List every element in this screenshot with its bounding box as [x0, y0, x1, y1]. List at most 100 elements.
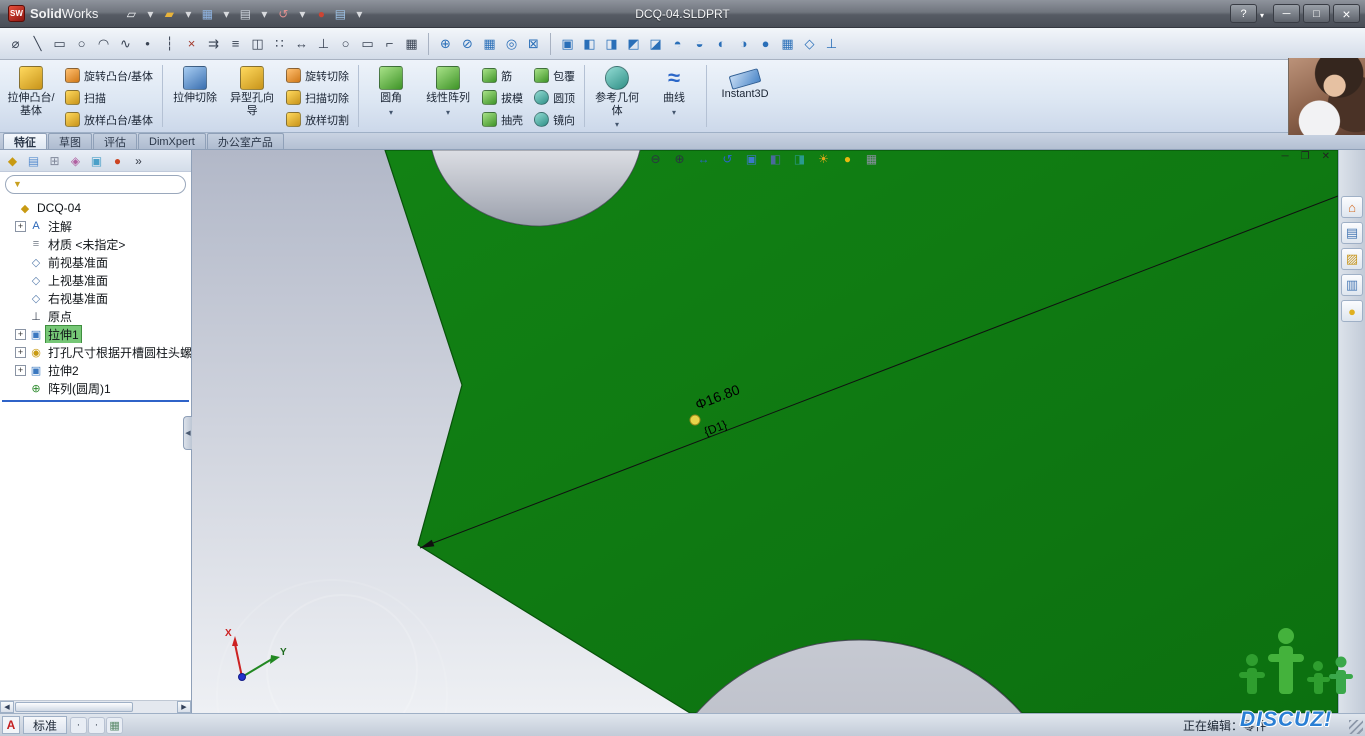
help-button[interactable] [1230, 4, 1257, 23]
mass-properties-icon[interactable]: ⊘ [457, 33, 478, 54]
propertymanager-tab-icon[interactable]: ▤ [24, 151, 43, 170]
fillet-button[interactable]: 圆角 [364, 62, 418, 130]
appearances-scenes-icon[interactable]: ● [1341, 300, 1363, 322]
dropdown-arrow-icon[interactable]: ▾ [217, 4, 235, 24]
expand-toggle-icon[interactable] [15, 293, 26, 304]
filter-input[interactable] [26, 177, 178, 191]
configurationmanager-tab-icon[interactable]: ⊞ [45, 151, 64, 170]
panel-horizontal-scrollbar[interactable] [0, 700, 191, 713]
sweep-cut-button[interactable]: 扫描切除 [282, 87, 353, 108]
tree-item[interactable]: ◇ 上视基准面 [0, 271, 191, 289]
featuremanager-tab-icon[interactable]: ◆ [3, 151, 22, 170]
view-dimetric-icon[interactable]: ◑ [733, 33, 754, 54]
wireframe-view-icon[interactable]: ▦ [777, 33, 798, 54]
tree-item[interactable]: + ◉ 打孔尺寸根据开槽圆柱头螺 [0, 343, 191, 361]
check-entity-icon[interactable]: ◎ [501, 33, 522, 54]
loft-button[interactable]: 放样凸台/基体 [61, 109, 157, 130]
view-bottom-icon[interactable]: ◒ [689, 33, 710, 54]
perspective-icon[interactable]: ◇ [799, 33, 820, 54]
minimize-button[interactable] [1273, 4, 1300, 23]
display-relations-icon[interactable]: ⊥ [313, 33, 334, 54]
dropdown-arrow-icon[interactable]: ▾ [141, 4, 159, 24]
linear-sketch-pattern-icon[interactable]: ∷ [269, 33, 290, 54]
tags-icon[interactable]: · [88, 716, 106, 734]
dropdown-arrow-icon[interactable]: ▾ [350, 4, 368, 24]
maximize-button[interactable] [1303, 4, 1330, 23]
viewport-close-icon[interactable] [1322, 151, 1330, 162]
linear-pattern-button[interactable]: 线性阵列 [421, 62, 475, 130]
expand-toggle-icon[interactable] [15, 239, 26, 250]
dropdown-arrow-icon[interactable]: ▾ [179, 4, 197, 24]
motionmanager-tab-icon[interactable]: ● [108, 151, 127, 170]
expand-toggle-icon[interactable]: + [15, 346, 26, 358]
view-orientation-cube-icon[interactable]: ▣ [743, 152, 760, 167]
loft-cut-button[interactable]: 放样切割 [282, 109, 353, 130]
expand-toggle-icon[interactable] [15, 275, 26, 286]
construction-geometry-icon[interactable]: ⌐ [379, 33, 400, 54]
options-icon[interactable]: ▤ [331, 4, 349, 24]
viewport-restore-icon[interactable] [1301, 151, 1310, 162]
view-back-icon[interactable]: ◨ [601, 33, 622, 54]
displaymanager-tab-icon[interactable]: ▣ [87, 151, 106, 170]
tree-item[interactable]: ⊕ 阵列(圆周)1 [0, 379, 191, 397]
statistics-icon[interactable]: ⊠ [523, 33, 544, 54]
file-explorer-icon[interactable]: ▨ [1341, 248, 1363, 270]
close-button[interactable] [1333, 4, 1360, 23]
instant3d-button[interactable]: Instant3D [712, 62, 778, 130]
graphics-area[interactable]: Φ16.80 {D1} X Y ⊖ ⊕ ↔ ↺ ▣ ◧ ◨ ☀ ● ▦ ─ ❐ … [192, 150, 1338, 713]
view-right-icon[interactable]: ◪ [645, 33, 666, 54]
3d-scene[interactable]: Φ16.80 {D1} X Y [192, 150, 1338, 713]
revolve-boss-button[interactable]: 旋转凸台/基体 [61, 65, 157, 86]
expand-toggle-icon[interactable]: + [15, 364, 26, 376]
toolbar-style-select[interactable]: 标准 [23, 716, 68, 734]
extrude-cut-button[interactable]: 拉伸切除 [168, 62, 222, 130]
move-entities-icon[interactable]: ↔ [291, 33, 312, 54]
section-properties-icon[interactable]: ▦ [479, 33, 500, 54]
tree-item[interactable]: ⊥ 原点 [0, 307, 191, 325]
tab-dimxpert[interactable]: DimXpert [138, 133, 206, 149]
annotation-toolbar-icon[interactable]: A [2, 716, 20, 734]
measure-icon[interactable]: ⊕ [435, 33, 456, 54]
tab-features[interactable]: 特征 [3, 133, 47, 149]
arc-icon[interactable]: ◠ [93, 33, 114, 54]
rib-button[interactable]: 筋 [478, 65, 527, 86]
expand-toggle-icon[interactable]: + [15, 220, 26, 232]
view-top-icon[interactable]: ◓ [667, 33, 688, 54]
dome-button[interactable]: 圆顶 [530, 87, 579, 108]
expand-toggle-icon[interactable] [15, 257, 26, 268]
mirror-entities-icon[interactable]: ◫ [247, 33, 268, 54]
sweep-button[interactable]: 扫描 [61, 87, 157, 108]
tree-item[interactable]: ◆ DCQ-04 [0, 199, 191, 217]
tree-item[interactable]: + A 注解 [0, 217, 191, 235]
tree-item[interactable]: + ▣ 拉伸1 [0, 325, 191, 343]
design-library-icon[interactable]: ▤ [1341, 222, 1363, 244]
dropdown-arrow-icon[interactable]: ▾ [293, 4, 311, 24]
tab-office-products[interactable]: 办公室产品 [206, 133, 284, 149]
tree-item[interactable]: ◇ 前视基准面 [0, 253, 191, 271]
dimxpertmanager-tab-icon[interactable]: ◈ [66, 151, 85, 170]
pan-icon[interactable]: ↔ [695, 152, 712, 167]
print-icon[interactable]: ▤ [236, 4, 254, 24]
help-dropdown-icon[interactable] [1260, 7, 1270, 21]
scroll-thumb[interactable] [15, 702, 133, 712]
lights-icon[interactable]: ☀ [815, 152, 832, 167]
shell-button[interactable]: 抽壳 [478, 109, 527, 130]
draft-button[interactable]: 拔模 [478, 87, 527, 108]
appearances-icon[interactable]: ● [839, 152, 856, 167]
tree-item[interactable]: + ▣ 拉伸2 [0, 361, 191, 379]
filter-box[interactable] [5, 174, 186, 194]
undo-icon[interactable]: ↺ [274, 4, 292, 24]
view-front-icon[interactable]: ◧ [579, 33, 600, 54]
home-icon[interactable]: ⌂ [1341, 196, 1363, 218]
view-palette-icon[interactable]: ▥ [1341, 274, 1363, 296]
wrap-button[interactable]: 包覆 [530, 65, 579, 86]
rectangle-icon[interactable]: ▭ [49, 33, 70, 54]
sketch-grid-icon[interactable]: ▦ [401, 33, 422, 54]
slot-icon[interactable]: ▭ [357, 33, 378, 54]
curves-button[interactable]: 曲线 [647, 62, 701, 130]
dropdown-arrow-icon[interactable]: ▾ [255, 4, 273, 24]
ellipse-icon[interactable]: ○ [335, 33, 356, 54]
zoom-out-icon[interactable]: ⊖ [647, 152, 664, 167]
quick-tip-icon[interactable]: · [70, 716, 88, 734]
centerline-icon[interactable]: ┆ [159, 33, 180, 54]
